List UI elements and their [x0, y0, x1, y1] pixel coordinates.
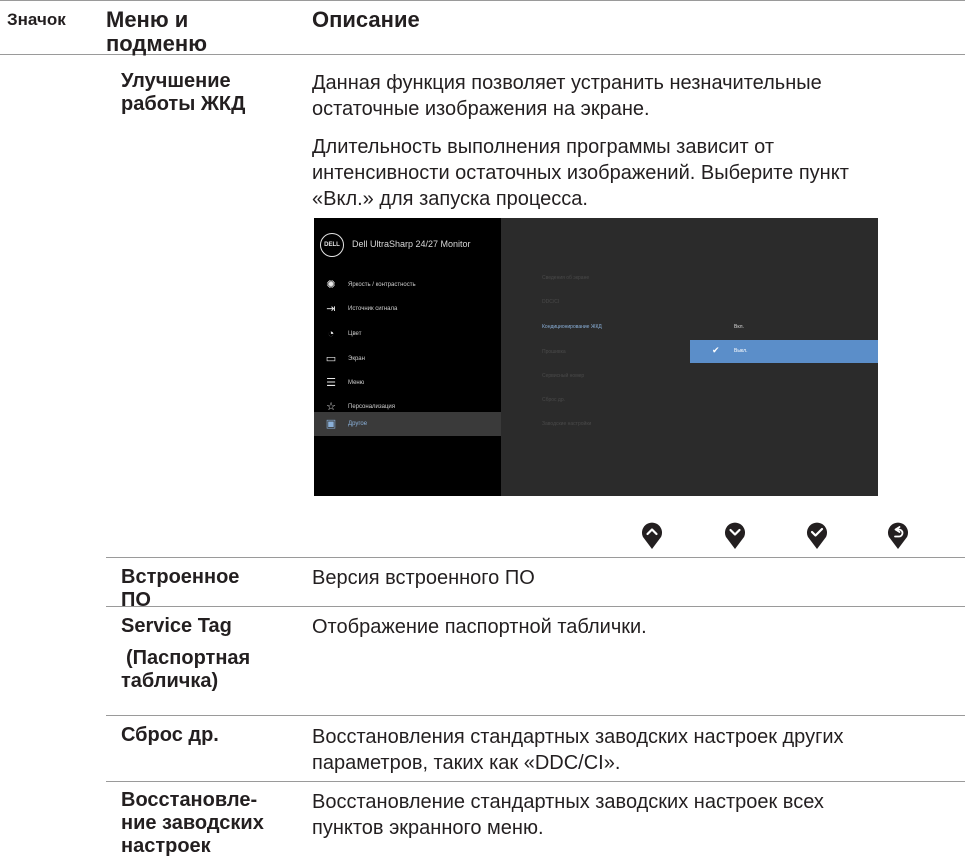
osd-title: Dell UltraSharp 24/27 Monitor	[352, 239, 471, 249]
osd-submenu-item[interactable]: Сервисный номер	[542, 373, 584, 379]
menu-name-service-tag: Service Tag (Паспортная табличка)	[121, 615, 250, 693]
menu-list-icon: ☰	[326, 377, 336, 389]
description-firmware: Версия встроенного ПО	[312, 567, 535, 589]
column-header-menu-line: Меню и	[106, 7, 189, 32]
menu-name-line: Встроенное	[121, 566, 240, 588]
menu-name-line: работы ЖКД	[121, 93, 246, 115]
menu-name-factory-reset: Восстановле- ние заводских настроек	[121, 789, 264, 858]
table-top-rule	[0, 0, 965, 1]
osd-menu-item-menu[interactable]: ☰ Меню	[314, 372, 501, 395]
up-button-icon	[641, 520, 663, 550]
description-line: Длительность выполнения программы зависи…	[312, 136, 775, 158]
osd-menu-item-color[interactable]: ◔ Цвет	[314, 323, 501, 346]
osd-screenshot: DELL Dell UltraSharp 24/27 Monitor ✺ Ярк…	[314, 218, 878, 496]
sun-icon: ✺	[326, 279, 336, 291]
menu-name-line: Восстановле-	[121, 789, 258, 811]
osd-menu-item-brightness[interactable]: ✺ Яркость / контрастность	[314, 274, 501, 297]
menu-name-lcd-conditioning: Улучшение работы ЖКД	[121, 70, 245, 116]
description-line: Данная функция позволяет устранить незна…	[312, 72, 822, 94]
dell-logo-icon: DELL	[320, 233, 344, 257]
osd-sidebar: DELL Dell UltraSharp 24/27 Monitor ✺ Ярк…	[314, 218, 501, 496]
row-rule	[106, 781, 965, 782]
column-header-description: Описание	[312, 7, 420, 32]
down-button-icon	[724, 520, 746, 550]
osd-menu-label: Экран	[348, 356, 365, 362]
osd-submenu-item[interactable]: Сведения об экране	[542, 275, 589, 281]
description-factory-reset: Восстановление стандартных заводских нас…	[312, 789, 824, 841]
check-icon: ✔	[712, 345, 720, 355]
column-header-menu-line: подменю	[106, 31, 207, 56]
osd-menu-label: Цвет	[348, 331, 362, 337]
osd-submenu-item[interactable]: Прошивка	[542, 349, 566, 355]
osd-menu-label: Персонализация	[348, 404, 396, 410]
osd-submenu-item[interactable]: Сброс др.	[542, 397, 565, 403]
menu-name-line: (Паспортная	[126, 647, 251, 669]
osd-option-label: Выкл.	[734, 348, 748, 354]
description-line: пунктов экранного меню.	[312, 817, 544, 839]
osd-submenu-item[interactable]: DDC/CI	[542, 299, 559, 305]
osd-menu-item-other[interactable]: ▣ Другое	[314, 412, 501, 436]
description-lcd-1: Данная функция позволяет устранить незна…	[312, 70, 822, 122]
osd-menu-item-display[interactable]: ▭ Экран	[314, 348, 501, 371]
description-line: интенсивности остаточных изображений. Вы…	[312, 162, 849, 184]
description-lcd-2: Длительность выполнения программы зависи…	[312, 134, 849, 212]
row-rule	[106, 715, 965, 716]
menu-name-line: Улучшение	[121, 70, 231, 92]
osd-option-off[interactable]: ✔ Выкл.	[690, 340, 878, 363]
osd-option-label: Вкл.	[734, 324, 744, 330]
display-icon: ▭	[325, 353, 337, 365]
menu-name-line: табличка)	[121, 670, 219, 692]
osd-menu-item-input-source[interactable]: ⇥ Источник сигнала	[314, 298, 501, 321]
osd-submenu-item[interactable]: Заводские настройки	[542, 421, 591, 427]
osd-submenu-item-active[interactable]: Кондиционирование ЖКД	[542, 324, 602, 330]
palette-icon: ◔	[327, 328, 335, 340]
column-header-icon: Значок	[7, 10, 66, 29]
menu-name-reset-other: Сброс др.	[121, 724, 219, 746]
other-info-icon: ▣	[325, 418, 337, 430]
menu-name-line: ние заводских	[121, 812, 264, 834]
back-button-icon	[887, 520, 909, 550]
osd-menu-label: Яркость / контрастность	[348, 282, 416, 288]
description-line: параметров, таких как «DDC/CI».	[312, 752, 621, 774]
row-rule	[106, 557, 965, 558]
input-source-icon: ⇥	[326, 303, 336, 315]
menu-name-firmware: Встроенное ПО	[121, 566, 239, 612]
description-service-tag: Отображение паспортной таблички.	[312, 616, 647, 638]
description-line: Восстановление стандартных заводских нас…	[312, 791, 824, 813]
osd-menu-label: Источник сигнала	[348, 306, 398, 312]
osd-menu-label: Другое	[348, 421, 368, 427]
menu-name-line: ПО	[121, 589, 151, 611]
osd-option-on[interactable]: Вкл.	[690, 316, 878, 339]
description-line: «Вкл.» для запуска процесса.	[312, 188, 588, 210]
description-reset-other: Восстановления стандартных заводских нас…	[312, 724, 844, 776]
check-button-icon	[806, 520, 828, 550]
column-header-menu: Меню и подменю	[106, 8, 207, 56]
menu-name-line: Service Tag	[121, 615, 232, 637]
description-line: Восстановления стандартных заводских нас…	[312, 726, 844, 748]
description-line: остаточные изображения на экране.	[312, 98, 650, 120]
osd-menu-label: Меню	[348, 380, 365, 386]
